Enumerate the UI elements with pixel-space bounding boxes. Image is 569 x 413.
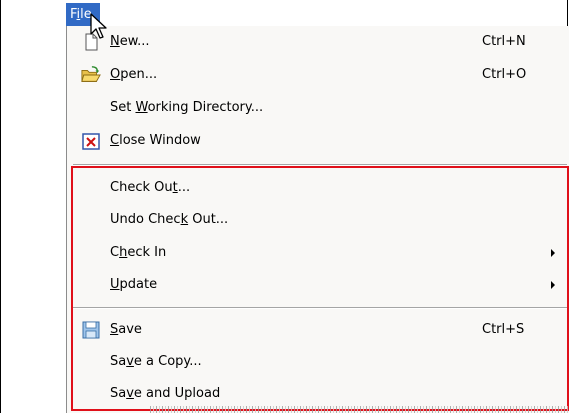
menu-item-label: Open... [110,67,158,82]
menu-item-label: Set Working Directory... [110,100,264,115]
window-frame-left [0,0,1,413]
menu-item-new[interactable]: New... Ctrl+N [67,26,567,58]
menu-item-close-window[interactable]: Close Window [67,125,567,157]
mouse-pointer-icon [90,13,107,39]
menu-item-set-working-directory[interactable]: Set Working Directory... [67,92,567,124]
menu-item-label: New... [110,34,150,49]
close-window-icon [82,133,100,150]
menu-item-open[interactable]: Open... Ctrl+O [67,59,567,91]
open-folder-icon [81,66,101,82]
menu-item-shortcut: Ctrl+O [482,67,527,82]
menu-item-shortcut: Ctrl+N [482,34,526,49]
highlight-annotation-box [71,166,569,411]
screenshot-stage: File New... Ctrl+N Open... Ctrl+O Set Wo… [0,0,569,413]
dithered-edge-decoration [150,406,569,413]
menu-item-label: Close Window [110,133,201,148]
